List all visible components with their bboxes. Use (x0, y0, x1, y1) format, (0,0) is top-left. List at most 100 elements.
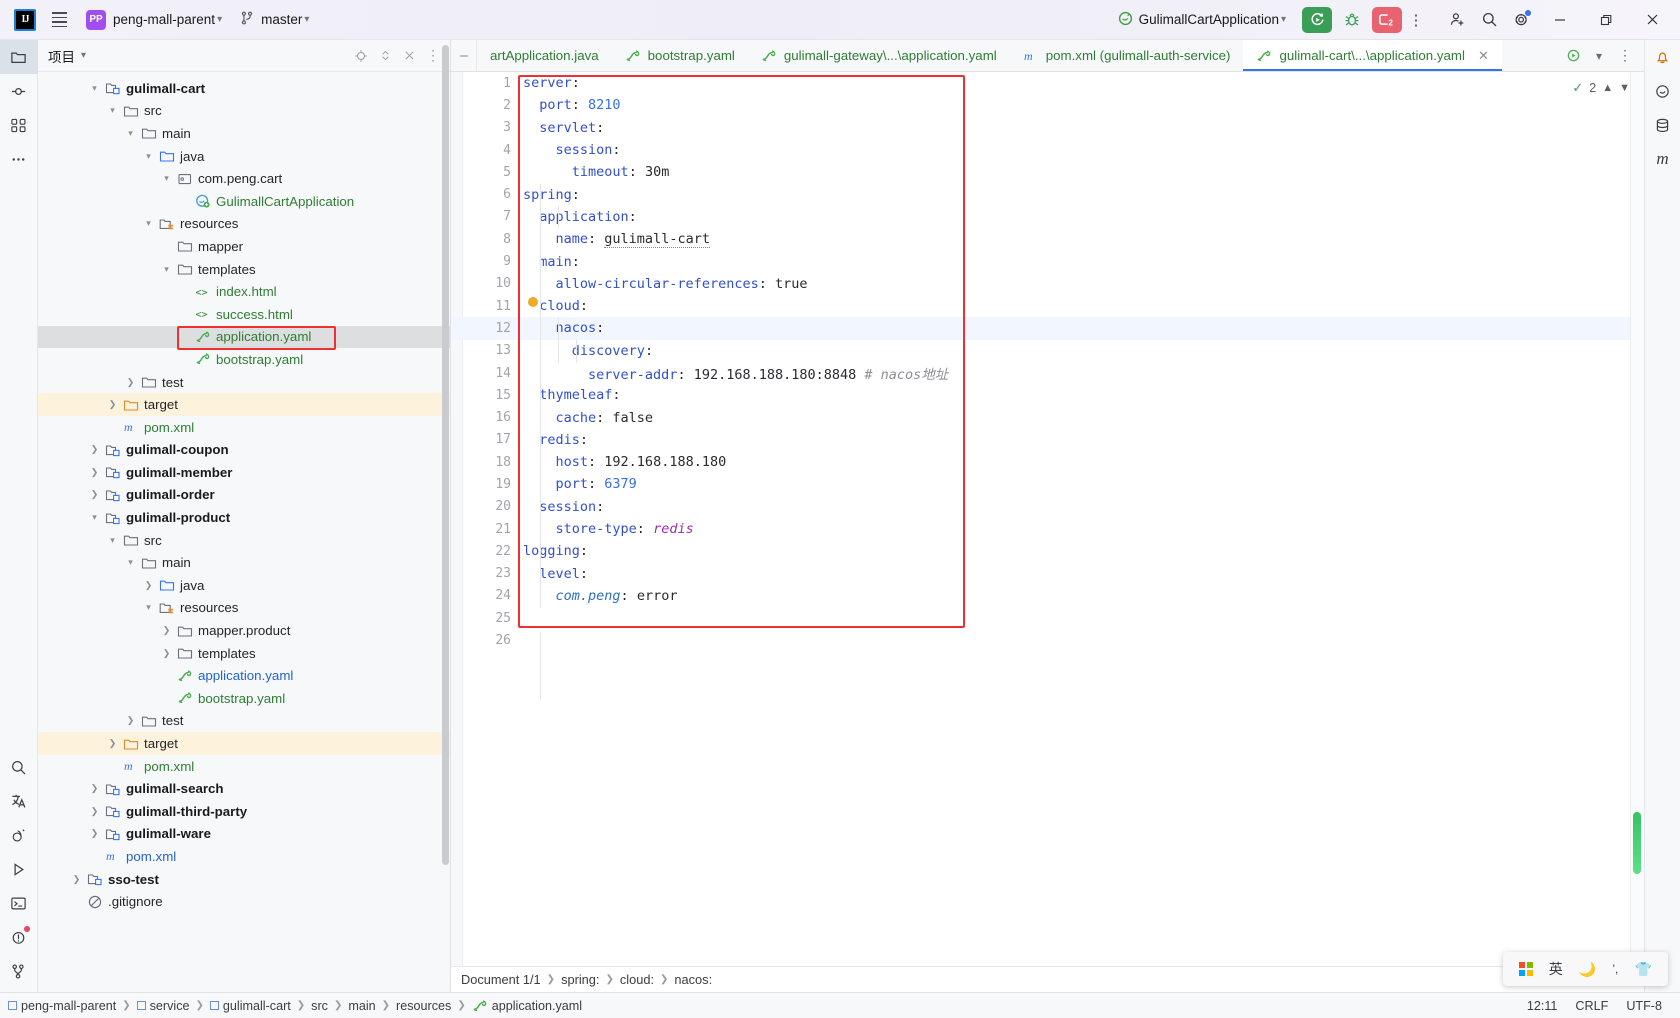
tree-node-templates[interactable]: ❯ templates (38, 642, 450, 665)
prev-problem-icon[interactable]: ▲ (1602, 82, 1613, 94)
chevron-right-icon[interactable]: ❯ (88, 783, 101, 794)
chevron-down-icon[interactable]: ▾ (88, 512, 101, 523)
chevron-right-icon[interactable]: ❯ (106, 399, 119, 410)
breadcrumb-item[interactable]: main (348, 999, 375, 1013)
problems-tool-icon[interactable] (0, 920, 38, 954)
chevron-down-icon[interactable]: ▾ (88, 83, 101, 94)
editor-tab-0[interactable]: artApplication.java (477, 40, 612, 71)
editor-scrollbar-thumb[interactable] (1633, 812, 1641, 874)
chevron-down-icon[interactable]: ▾ (142, 602, 155, 613)
tree-node-resources[interactable]: ▾ resources (38, 597, 450, 620)
tree-node-gulimall-third-party[interactable]: ❯ gulimall-third-party (38, 800, 450, 823)
chevron-down-icon[interactable]: ▾ (106, 535, 119, 546)
tree-node-main[interactable]: ▾ main (38, 122, 450, 145)
chevron-right-icon[interactable]: ❯ (70, 874, 83, 885)
editor-tab-1[interactable]: bootstrap.yaml (612, 40, 748, 71)
notifications-icon[interactable] (1645, 40, 1680, 74)
tree-node-main[interactable]: ▾ main (38, 551, 450, 574)
run-file-icon[interactable] (1562, 41, 1584, 71)
terminal-tool-icon[interactable] (0, 886, 38, 920)
main-menu-icon[interactable] (46, 7, 72, 33)
project-selector[interactable]: PP peng-mall-parent ▾ (86, 9, 222, 30)
structure-tool-icon[interactable] (0, 108, 38, 142)
breadcrumb[interactable]: peng-mall-parent ❯ service ❯ gulimall-cart ❯ s… (8, 998, 582, 1014)
encoding[interactable]: UTF-8 (1626, 999, 1662, 1013)
breadcrumb-item[interactable]: resources (396, 999, 451, 1013)
code-editor[interactable]: 1 server: 2 port: 8210 3 servlet: 4 session:… (451, 72, 1644, 966)
add-user-icon[interactable] (1442, 5, 1472, 35)
close-panel-icon[interactable] (398, 45, 420, 67)
tree-node-gulimall-order[interactable]: ❯ gulimall-order (38, 484, 450, 507)
chevron-down-icon[interactable]: ▾ (142, 218, 155, 229)
chevron-down-icon[interactable]: ▾ (142, 151, 155, 162)
chevron-right-icon[interactable]: ❯ (124, 715, 137, 726)
inspection-widget[interactable]: ✓ 2 ▲ ▼ (1572, 80, 1630, 96)
caret-position[interactable]: 12:11 (1527, 999, 1558, 1013)
close-tab-icon[interactable]: ✕ (1478, 48, 1489, 64)
ime-mode-label[interactable]: 英 (1549, 959, 1563, 979)
options-icon[interactable]: ⋮ (1614, 41, 1636, 71)
chevron-right-icon[interactable]: ❯ (142, 580, 155, 591)
more-options-icon[interactable]: ⋮ (1404, 6, 1428, 34)
search-icon[interactable] (1474, 5, 1504, 35)
breadcrumb-item[interactable]: gulimall-cart (209, 999, 291, 1013)
stop-button[interactable]: 2 (1372, 6, 1402, 33)
tree-node-bootstrap-yaml[interactable]: bootstrap.yaml (38, 687, 450, 710)
chevron-right-icon[interactable]: ❯ (88, 444, 101, 455)
editor-tab-bar[interactable]: artApplication.java bootstrap.yaml gulimal… (451, 40, 1644, 72)
chevron-down-icon[interactable]: ▾ (1588, 41, 1610, 71)
collapse-tabs-icon[interactable] (451, 40, 477, 71)
tree-node-java[interactable]: ▾ java (38, 145, 450, 168)
breadcrumb-item[interactable]: peng-mall-parent (8, 999, 116, 1013)
tree-node-pom-xml[interactable]: m pom.xml (38, 845, 450, 868)
tree-node--gitignore[interactable]: .gitignore (38, 890, 450, 913)
tree-node-gulimall-cart[interactable]: ▾ gulimall-cart (38, 77, 450, 100)
tree-node-gulimall-search[interactable]: ❯ gulimall-search (38, 777, 450, 800)
ime-toolbar[interactable]: 英 🌙 ’, 👕 (1503, 952, 1668, 986)
breadcrumb-item[interactable]: application.yaml (472, 998, 582, 1014)
tree-node-index-html[interactable]: <> index.html (38, 280, 450, 303)
chevron-right-icon[interactable]: ❯ (160, 625, 173, 636)
tree-node-src[interactable]: ▾ src (38, 529, 450, 552)
skin-icon[interactable]: 👕 (1635, 961, 1652, 978)
tree-node-gulimallcartapplication[interactable]: GulimallCartApplication (38, 190, 450, 213)
chevron-down-icon[interactable]: ▾ (160, 173, 173, 184)
tree-node-templates[interactable]: ▾ templates (38, 258, 450, 281)
tree-node-mapper-product[interactable]: ❯ mapper.product (38, 619, 450, 642)
tree-node-success-html[interactable]: <> success.html (38, 303, 450, 326)
tree-node-java[interactable]: ❯ java (38, 574, 450, 597)
maximize-button[interactable] (1584, 0, 1628, 40)
tree-node-target[interactable]: ❯ target (38, 393, 450, 416)
run-configuration-selector[interactable]: GulimallCartApplication ▾ (1118, 11, 1286, 29)
chevron-right-icon[interactable]: ❯ (88, 806, 101, 817)
run-button[interactable] (1302, 6, 1332, 33)
breadcrumb-item[interactable]: service (136, 999, 190, 1013)
editor-scrollbar-gutter[interactable] (1630, 72, 1644, 966)
doc-crumb-spring[interactable]: spring: (561, 972, 599, 987)
options-icon[interactable]: ⋮ (422, 45, 444, 67)
editor-tab-4[interactable]: gulimall-cart\...\application.yaml ✕ (1243, 40, 1503, 71)
next-problem-icon[interactable]: ▼ (1619, 82, 1630, 94)
tree-node-gulimall-product[interactable]: ▾ gulimall-product (38, 506, 450, 529)
intention-bulb-icon[interactable] (528, 297, 538, 307)
run-tool-icon[interactable] (0, 852, 38, 886)
tree-node-pom-xml[interactable]: m pom.xml (38, 755, 450, 778)
tree-node-pom-xml[interactable]: m pom.xml (38, 416, 450, 439)
search-everywhere-icon[interactable] (0, 750, 38, 784)
chevron-down-icon[interactable]: ▾ (124, 128, 137, 139)
expand-collapse-icon[interactable] (374, 45, 396, 67)
editor-tab-3[interactable]: m pom.xml (gulimall-auth-service) (1010, 40, 1244, 71)
chevron-down-icon[interactable]: ▾ (81, 50, 86, 61)
project-tree-scrollbar[interactable] (442, 45, 449, 865)
chevron-down-icon[interactable]: ▾ (106, 105, 119, 116)
tree-node-mapper[interactable]: mapper (38, 235, 450, 258)
ai-assistant-icon[interactable] (1645, 74, 1680, 108)
database-icon[interactable] (1645, 108, 1680, 142)
editor-tab-2[interactable]: gulimall-gateway\...\application.yaml (748, 40, 1010, 71)
moon-icon[interactable]: 🌙 (1579, 961, 1596, 978)
tree-node-gulimall-ware[interactable]: ❯ gulimall-ware (38, 823, 450, 846)
minimize-button[interactable] (1538, 0, 1582, 40)
project-tree[interactable]: ▾ gulimall-cart ▾ src ▾ main ▾ java ▾ com.peng.ca… (38, 72, 450, 992)
branch-selector[interactable]: master ▾ (222, 11, 309, 28)
tree-node-gulimall-coupon[interactable]: ❯ gulimall-coupon (38, 439, 450, 462)
